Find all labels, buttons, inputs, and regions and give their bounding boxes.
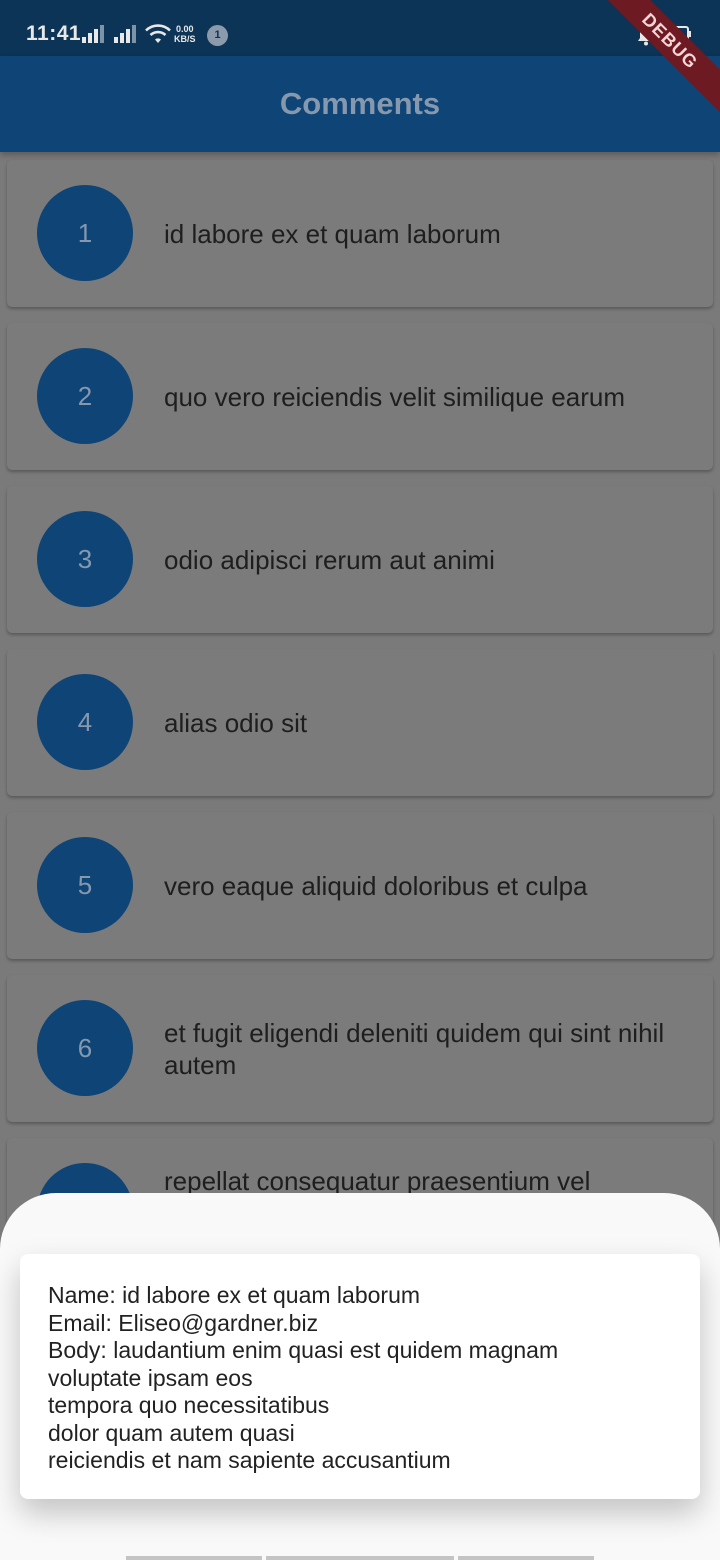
status-time: 11:41 [26,22,82,45]
comment-card[interactable]: 4 alias odio sit [7,649,713,796]
bottom-sheet[interactable]: Name: id labore ex et quam laborum Email… [0,1193,720,1560]
comment-title: vero eaque aliquid doloribus et culpa [164,870,588,901]
debug-banner-label: DEBUG [588,0,720,123]
nav-hint-segment [458,1556,594,1560]
comment-id-avatar: 3 [37,511,133,607]
comment-card[interactable]: 5 vero eaque aliquid doloribus et culpa [7,812,713,959]
cellular-signal-icon [82,25,104,43]
comment-id-avatar: 2 [37,348,133,444]
wifi-icon [145,24,171,43]
comment-detail-email: Email: Eliseo@gardner.biz [48,1309,319,1336]
network-speed-unit: KB/S [174,34,196,44]
comment-detail-body: dolor quam autem quasi [48,1419,295,1446]
comment-id-avatar: 6 [37,1000,133,1096]
comment-title: quo vero reiciendis velit similique earu… [164,381,625,412]
nav-hint-segment [266,1556,454,1560]
comment-id-avatar: 1 [37,185,133,281]
comment-detail-body: reiciendis et nam sapiente accusantium [48,1447,451,1473]
cellular-signal-icon [114,25,136,43]
comment-card[interactable]: 3 odio adipisci rerum aut animi [7,486,713,633]
comment-detail-card: Name: id labore ex et quam laborum Email… [20,1254,700,1499]
navigation-hint-bar [0,1556,720,1560]
debug-banner: DEBUG [580,0,720,140]
comment-detail-name: Name: id labore ex et quam laborum [48,1282,421,1308]
comment-detail-body: Body: laudantium enim quasi est quidem m… [48,1337,559,1363]
network-speed-value: 0.00 [175,24,194,34]
comment-card[interactable]: 1 id labore ex et quam laborum [7,160,713,307]
comment-title: alias odio sit [164,707,308,738]
comment-id-avatar: 5 [37,837,133,933]
network-speed: 0.00 KB/S [174,24,196,44]
comment-detail-body: tempora quo necessitatibus [48,1392,330,1418]
nav-hint-segment [126,1556,262,1560]
comment-card[interactable]: 2 quo vero reiciendis velit similique ea… [7,323,713,470]
comment-card[interactable]: 6 et fugit eligendi deleniti quidem qui … [7,975,713,1122]
comment-title: et fugit eligendi deleniti quidem qui si… [164,1017,665,1080]
notification-badge: 1 [207,25,228,46]
comment-title: id labore ex et quam laborum [164,218,501,249]
comment-title: odio adipisci rerum aut animi [164,544,495,575]
comment-id-avatar: 4 [37,674,133,770]
comment-detail-body: voluptate ipsam eos [48,1364,253,1391]
